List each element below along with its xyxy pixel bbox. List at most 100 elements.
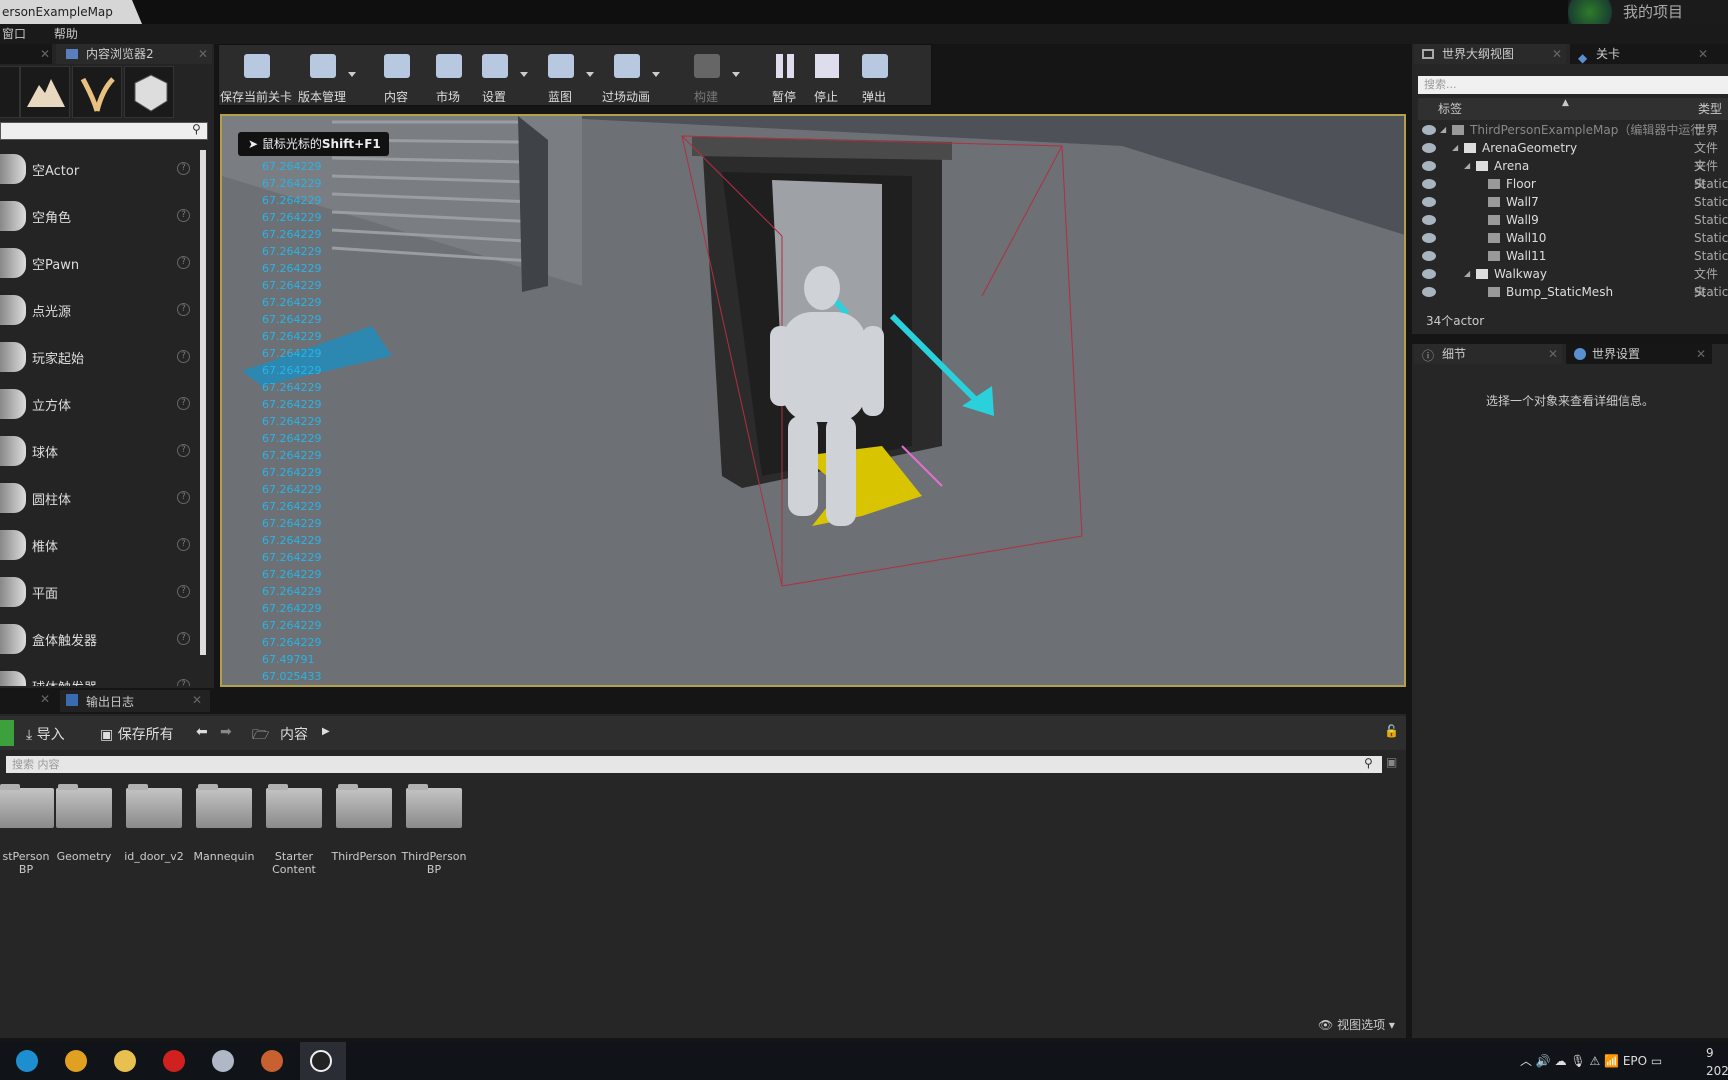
tab-world-outliner[interactable]: 世界大纲视图 ✕ <box>1414 44 1566 64</box>
place-item[interactable]: 立方体? <box>0 381 196 428</box>
close-icon[interactable]: ✕ <box>1698 44 1708 64</box>
outliner-row[interactable]: FloorStaticM <box>1418 175 1728 193</box>
close-icon[interactable]: ✕ <box>40 692 50 706</box>
toolbar-button-blueprint[interactable]: 蓝图 <box>532 44 594 106</box>
visibility-eye-icon[interactable] <box>1422 125 1436 135</box>
expand-arrow-icon[interactable]: ◢ <box>1464 265 1470 283</box>
visibility-eye-icon[interactable] <box>1422 233 1436 243</box>
tab-world-settings[interactable]: 世界设置 ✕ <box>1566 344 1712 364</box>
help-icon[interactable]: ? <box>177 256 190 269</box>
place-scrollbar[interactable] <box>200 150 206 655</box>
close-icon[interactable]: ✕ <box>1696 344 1706 364</box>
toolbar-button-save[interactable]: 保存当前关卡 <box>220 44 292 106</box>
place-item[interactable]: 平面? <box>0 569 196 616</box>
visibility-eye-icon[interactable] <box>1422 269 1436 279</box>
visibility-eye-icon[interactable] <box>1422 161 1436 171</box>
search-icon[interactable]: ⚲ <box>1364 756 1373 770</box>
record-icon[interactable] <box>163 1050 185 1072</box>
help-icon[interactable]: ? <box>177 350 190 363</box>
back-button[interactable]: ⬅ <box>196 724 208 740</box>
menu-window[interactable]: 窗口 <box>2 27 26 41</box>
toolbar-button-cinematics[interactable]: 过场动画 <box>598 44 660 106</box>
help-icon[interactable]: ? <box>177 444 190 457</box>
help-icon[interactable]: ? <box>177 209 190 222</box>
path-content[interactable]: 内容 <box>280 724 308 744</box>
outliner-row[interactable]: ◢ Walkway 文件夹 <box>1418 265 1728 299</box>
place-item[interactable]: 空角色? <box>0 193 196 240</box>
place-search-input[interactable] <box>0 122 208 140</box>
lock-icon[interactable]: 🔓 <box>1384 724 1399 738</box>
place-item[interactable]: 圆柱体? <box>0 475 196 522</box>
visibility-eye-icon[interactable] <box>1422 197 1436 207</box>
outliner-row[interactable]: ◢ ArenaGeometry 文件夹 <box>1418 139 1728 173</box>
landscape-mode-icon[interactable] <box>20 66 70 118</box>
clock[interactable]: 9 202 <box>1706 1044 1728 1080</box>
cloud-icon[interactable]: ☁ <box>1555 1054 1571 1068</box>
dropdown-arrow-icon[interactable] <box>732 72 740 77</box>
place-item[interactable]: 椎体? <box>0 522 196 569</box>
chrome-icon[interactable] <box>65 1050 87 1072</box>
visibility-eye-icon[interactable] <box>1422 251 1436 261</box>
outliner-row[interactable]: ◢ ThirdPersonExampleMap（编辑器中运行 世界 <box>1418 121 1728 139</box>
tab-details[interactable]: ⓘ 细节 ✕ <box>1414 344 1562 364</box>
place-item[interactable]: 球体触发器? <box>0 663 196 686</box>
content-search-input[interactable]: 搜索 内容 <box>6 756 1382 773</box>
place-item[interactable]: 玩家起始? <box>0 334 196 381</box>
project-badge[interactable]: 我的项目 <box>1568 0 1728 34</box>
document-tab[interactable]: ersonExampleMap <box>0 0 142 24</box>
save-all-button[interactable]: ▣ 保存所有 <box>100 724 174 744</box>
expand-arrow-icon[interactable]: ◢ <box>1440 121 1446 139</box>
mic-icon[interactable]: 🎙 <box>1570 1054 1589 1068</box>
place-item[interactable]: 点光源? <box>0 287 196 334</box>
app6-icon[interactable] <box>261 1050 283 1072</box>
edge-icon[interactable] <box>16 1050 38 1072</box>
help-icon[interactable]: ? <box>177 538 190 551</box>
dropdown-arrow-icon[interactable] <box>348 72 356 77</box>
dropdown-arrow-icon[interactable] <box>520 72 528 77</box>
wifi-icon[interactable]: 📶 <box>1604 1054 1623 1068</box>
col-label[interactable]: 标签 <box>1438 98 1462 120</box>
tab-output-log[interactable]: 输出日志 ✕ <box>60 690 210 712</box>
monitor-icon[interactable]: ▭ <box>1651 1054 1662 1068</box>
search-icon[interactable]: ⚲ <box>192 122 201 136</box>
outliner-row[interactable]: Wall7StaticM <box>1418 193 1728 211</box>
visibility-eye-icon[interactable] <box>1422 215 1436 225</box>
help-icon[interactable]: ? <box>177 162 190 175</box>
chevron-up-icon[interactable]: ︿ <box>1520 1054 1536 1068</box>
visibility-eye-icon[interactable] <box>1422 287 1436 297</box>
place-tab[interactable]: ✕ <box>0 44 52 64</box>
place-item[interactable]: 球体? <box>0 428 196 475</box>
help-icon[interactable]: ? <box>177 585 190 598</box>
path-chevron-icon[interactable]: ▶ <box>322 726 330 737</box>
help-icon[interactable]: ? <box>177 491 190 504</box>
foliage-mode-icon[interactable] <box>72 66 122 118</box>
outliner-row[interactable]: ◢ Arena 文件夹 <box>1418 157 1728 191</box>
dropdown-arrow-icon[interactable] <box>586 72 594 77</box>
dropdown-arrow-icon[interactable] <box>652 72 660 77</box>
visibility-eye-icon[interactable] <box>1422 143 1436 153</box>
close-icon[interactable]: ✕ <box>192 693 202 707</box>
level-viewport[interactable]: ➤ 鼠标光标的Shift+F1 67.264229 67.264229 67.264… <box>220 114 1406 687</box>
help-icon[interactable]: ? <box>177 679 190 686</box>
visibility-eye-icon[interactable] <box>1422 179 1436 189</box>
outliner-row[interactable]: Wall9StaticM <box>1418 211 1728 229</box>
col-type[interactable]: 类型 <box>1698 98 1722 120</box>
close-icon[interactable]: ✕ <box>1548 344 1558 364</box>
file-explorer-icon[interactable] <box>114 1050 136 1072</box>
tab-content-browser-2[interactable]: 内容浏览器2 ✕ <box>56 44 212 64</box>
place-item[interactable]: 空Pawn? <box>0 240 196 287</box>
toolbar-button-build[interactable]: 构建 <box>678 44 740 106</box>
view-options-button[interactable]: 👁 视图选项 ▾ <box>1318 1016 1395 1033</box>
volume-icon[interactable]: 🔊 <box>1536 1054 1555 1068</box>
geometry-mode-icon[interactable] <box>124 66 174 118</box>
forward-button[interactable]: ➡ <box>220 724 232 740</box>
save-search-icon[interactable]: ▣ <box>1386 755 1397 769</box>
app5-icon[interactable] <box>212 1050 234 1072</box>
toolbar-button-source-control[interactable]: 版本管理 <box>294 44 356 106</box>
outliner-row[interactable]: Wall11StaticM <box>1418 247 1728 265</box>
close-icon[interactable]: ✕ <box>40 44 50 64</box>
tab-levels[interactable]: ◆ 关卡 ✕ <box>1570 44 1728 65</box>
import-button[interactable]: ⤓ 导入 <box>26 724 65 744</box>
toolbar-button-settings[interactable]: 设置 <box>466 44 528 106</box>
app-tray-icon[interactable]: ⚠ <box>1589 1054 1604 1068</box>
